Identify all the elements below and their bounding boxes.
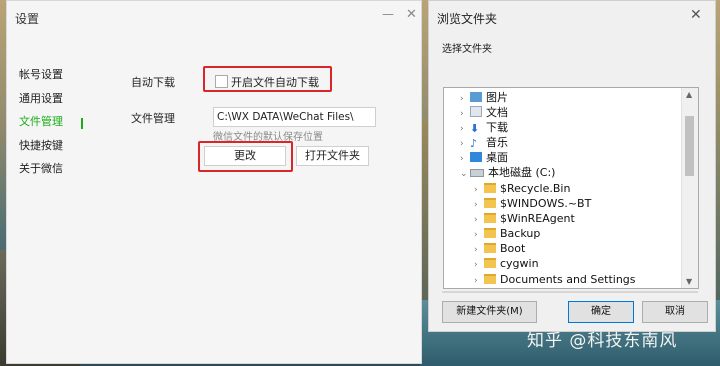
- sidebar-item-account[interactable]: 帐号设置: [19, 67, 63, 91]
- tree-item[interactable]: › Backup: [474, 226, 540, 241]
- active-indicator: [81, 118, 83, 129]
- tree-item[interactable]: › Documents and Settings: [474, 272, 636, 287]
- tree-item[interactable]: › ♪ 音乐: [460, 135, 508, 150]
- tree-item-label: 图片: [486, 91, 508, 104]
- tree-item-label: 本地磁盘 (C:): [488, 166, 556, 179]
- documents-icon: [470, 106, 482, 117]
- tree-item-label: Backup: [500, 227, 541, 240]
- folder-icon: [484, 274, 496, 284]
- settings-sidebar: 帐号设置 通用设置 文件管理 快捷按键 关于微信: [19, 67, 83, 185]
- tree-item-label: 下载: [486, 121, 508, 134]
- window-title: 设置: [15, 12, 40, 26]
- folder-tree[interactable]: › 图片 › 文档 › ⬇ 下载 › ♪ 音乐 › 桌面 ⌄ 本地磁盘 (C:) › $Recyc…: [443, 87, 699, 289]
- cancel-button[interactable]: 取消: [642, 301, 708, 323]
- folder-icon: [484, 213, 496, 223]
- settings-window: 设置 — ✕ 帐号设置 通用设置 文件管理 快捷按键 关于微信 自动下载 开启文…: [6, 0, 422, 364]
- dialog-subtitle: 选择文件夹: [442, 44, 492, 55]
- chevron-right-icon[interactable]: ›: [474, 258, 484, 273]
- browse-folder-dialog: 浏览文件夹 ✕ 选择文件夹 › 图片 › 文档 › ⬇ 下载 › ♪ 音乐 › 桌面 ⌄ 本地磁…: [428, 0, 716, 332]
- ok-button[interactable]: 确定: [568, 301, 634, 323]
- tree-item[interactable]: › $WINDOWS.~BT: [474, 196, 591, 211]
- tree-item-label: Documents and Settings: [500, 273, 636, 286]
- watermark: 知乎 @科技东南风: [527, 331, 678, 351]
- folder-icon: [484, 183, 496, 193]
- desktop-icon: [470, 152, 482, 162]
- tree-item-label: $WINDOWS.~BT: [500, 197, 592, 210]
- tree-item[interactable]: ⌄ 本地磁盘 (C:): [460, 165, 555, 180]
- auto-download-checkbox[interactable]: [215, 75, 228, 88]
- tree-item-label: $WinREAgent: [500, 212, 575, 225]
- file-management-label: 文件管理: [131, 112, 175, 125]
- folder-icon: [484, 258, 496, 268]
- pictures-icon: [470, 92, 482, 102]
- close-icon[interactable]: ✕: [690, 7, 702, 23]
- music-icon: ♪: [470, 137, 478, 150]
- auto-download-checkbox-label[interactable]: 开启文件自动下载: [231, 74, 319, 90]
- sidebar-item-file-management[interactable]: 文件管理: [19, 114, 63, 138]
- tree-item[interactable]: › $Recycle.Bin: [474, 181, 570, 196]
- sidebar-item-shortcuts[interactable]: 快捷按键: [19, 138, 63, 162]
- vertical-scrollbar[interactable]: ▲ ▼: [681, 88, 698, 288]
- drive-icon: [470, 169, 484, 177]
- tree-item[interactable]: › cygwin: [474, 256, 539, 271]
- folder-icon: [484, 243, 496, 253]
- tree-item[interactable]: › ⬇ 下载: [460, 120, 508, 135]
- auto-download-label: 自动下载: [131, 76, 175, 89]
- scroll-down-icon[interactable]: ▼: [686, 277, 692, 286]
- tree-item[interactable]: › 文档: [460, 105, 508, 120]
- change-button[interactable]: 更改: [204, 146, 286, 166]
- open-folder-button[interactable]: 打开文件夹: [296, 146, 369, 166]
- tree-item-label: cygwin: [500, 257, 539, 270]
- folder-icon: [484, 228, 496, 238]
- folder-icon: [484, 198, 496, 208]
- minimize-icon[interactable]: —: [382, 7, 394, 21]
- new-folder-button[interactable]: 新建文件夹(M): [442, 301, 537, 323]
- tree-item-label: 桌面: [486, 151, 508, 164]
- tree-item-label: 文档: [486, 106, 508, 119]
- tree-item[interactable]: › $WinREAgent: [474, 211, 575, 226]
- scrollbar-thumb[interactable]: [685, 116, 694, 176]
- chevron-down-icon[interactable]: ⌄: [460, 167, 470, 182]
- tree-item-label: 音乐: [486, 136, 508, 149]
- dialog-title: 浏览文件夹: [437, 12, 498, 26]
- tree-item-label: Boot: [500, 242, 526, 255]
- save-path-field[interactable]: C:\WX DATA\WeChat Files\: [213, 107, 376, 127]
- sidebar-item-about[interactable]: 关于微信: [19, 161, 63, 185]
- download-icon: ⬇: [470, 122, 480, 135]
- chevron-right-icon[interactable]: ›: [474, 274, 484, 288]
- tree-item-label: $Recycle.Bin: [500, 182, 571, 195]
- separator: [442, 291, 698, 293]
- tree-item[interactable]: › 图片: [460, 90, 508, 105]
- sidebar-item-general[interactable]: 通用设置: [19, 91, 63, 115]
- tree-item[interactable]: › 桌面: [460, 150, 508, 165]
- tree-item[interactable]: › Boot: [474, 241, 525, 256]
- scroll-up-icon[interactable]: ▲: [686, 90, 692, 99]
- close-icon[interactable]: ✕: [406, 7, 417, 22]
